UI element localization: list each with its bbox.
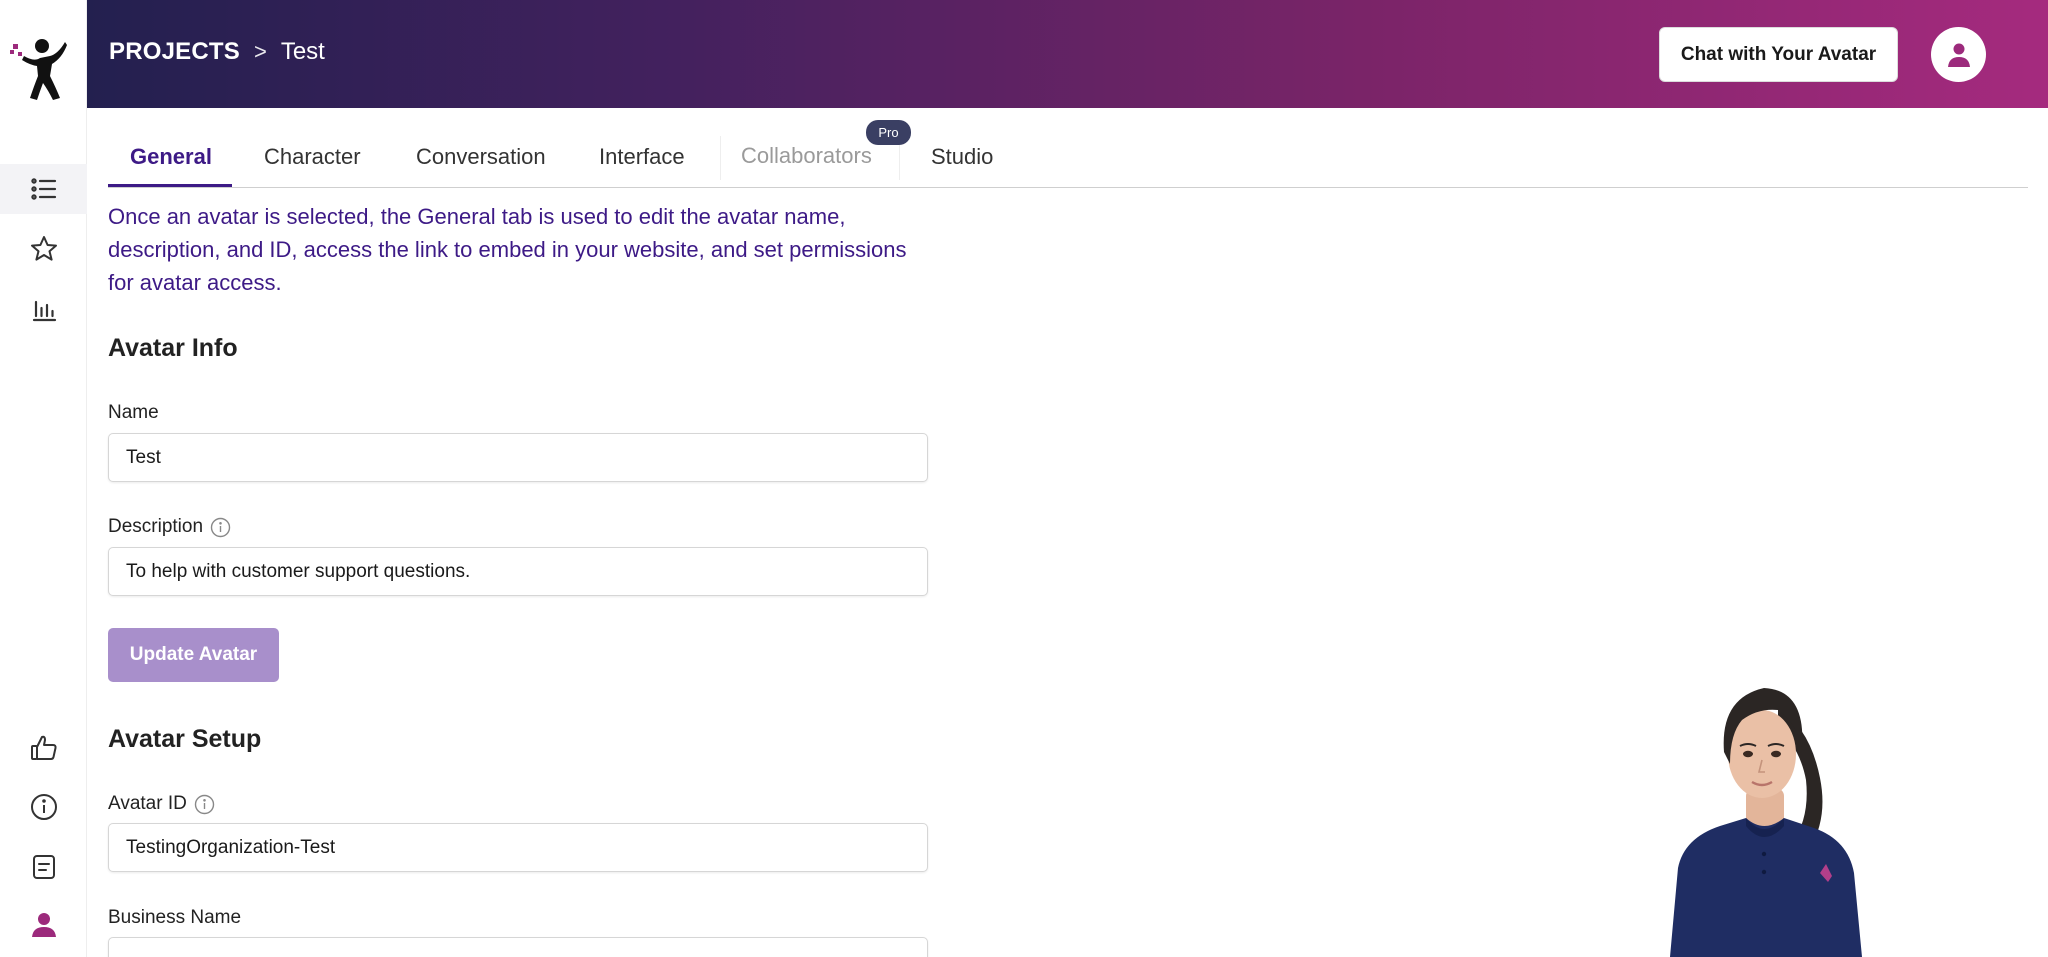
sidebar-item-notes[interactable]: [0, 842, 87, 892]
thumbs-up-icon: [30, 735, 57, 760]
breadcrumb: PROJECTS > Test: [109, 38, 325, 66]
avatar-info-heading: Avatar Info: [108, 334, 238, 362]
name-input[interactable]: [108, 433, 928, 482]
tab-conversation[interactable]: Conversation: [416, 144, 546, 170]
breadcrumb-separator: >: [253, 39, 267, 64]
name-label-text: Name: [108, 402, 159, 423]
top-header: PROJECTS > Test Chat with Your Avatar: [87, 0, 2048, 108]
sidebar-item-info[interactable]: [0, 782, 87, 832]
name-label: Name: [108, 402, 159, 424]
breadcrumb-projects-link[interactable]: PROJECTS: [109, 38, 240, 66]
user-icon: [31, 913, 56, 937]
breadcrumb-current: Test: [280, 38, 325, 65]
tab-studio[interactable]: Studio: [931, 144, 993, 170]
business-name-input[interactable]: [108, 937, 928, 957]
note-icon: [32, 855, 55, 879]
tab-character[interactable]: Character: [264, 144, 361, 170]
active-tab-indicator: [108, 184, 232, 187]
sidebar-item-projects[interactable]: [0, 164, 87, 214]
tab-collaborators[interactable]: Collaborators: [741, 143, 872, 169]
tab-bar: General Character Conversation Interface…: [108, 108, 2028, 188]
description-label: Description: [108, 516, 231, 538]
brand-logo[interactable]: [10, 36, 72, 102]
sidebar-item-account[interactable]: [0, 900, 87, 950]
star-icon: [30, 236, 57, 261]
avatar-id-input[interactable]: [108, 823, 928, 872]
description-label-text: Description: [108, 516, 204, 537]
avatar-id-label: Avatar ID: [108, 793, 215, 815]
general-tab-description: Once an avatar is selected, the General …: [108, 204, 907, 295]
business-name-label: Business Name: [108, 907, 241, 929]
bar-chart-icon: [32, 300, 56, 322]
tab-interface[interactable]: Interface: [599, 144, 685, 170]
user-icon: [1947, 43, 1970, 67]
avatar-character-image[interactable]: [1660, 668, 1906, 957]
sidebar: [0, 0, 87, 957]
user-menu-button[interactable]: [1931, 27, 1986, 82]
description-input[interactable]: [108, 547, 928, 596]
chat-with-avatar-button[interactable]: Chat with Your Avatar: [1659, 27, 1898, 82]
avatar-id-label-text: Avatar ID: [108, 793, 187, 814]
app-root: PROJECTS > Test Chat with Your Avatar Ge…: [0, 0, 2048, 957]
info-icon[interactable]: [194, 794, 215, 815]
update-avatar-button[interactable]: Update Avatar: [108, 628, 279, 682]
info-icon[interactable]: [210, 517, 231, 538]
pro-badge: Pro: [866, 120, 911, 145]
avatar-setup-heading: Avatar Setup: [108, 725, 262, 753]
sidebar-item-analytics[interactable]: [0, 284, 87, 334]
sidebar-item-favorites[interactable]: [0, 224, 87, 274]
tab-general[interactable]: General: [130, 144, 212, 170]
business-name-label-text: Business Name: [108, 907, 242, 928]
list-icon: [30, 178, 56, 200]
info-icon: [30, 794, 57, 820]
sidebar-item-feedback[interactable]: [0, 723, 87, 773]
